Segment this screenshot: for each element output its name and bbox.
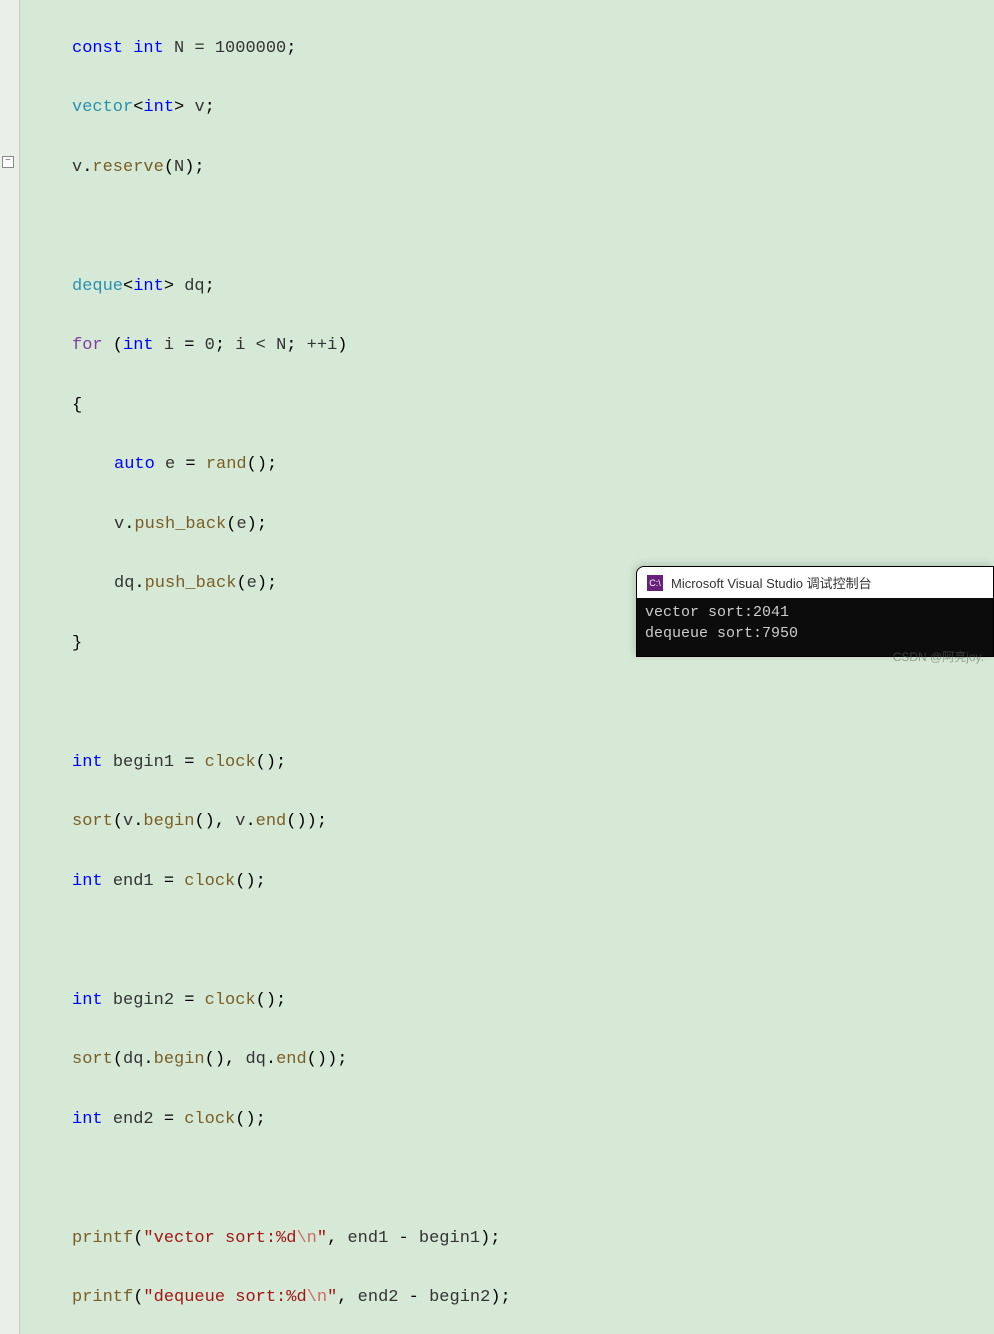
code-line: v.push_back(e); (30, 510, 994, 540)
code-line (30, 1164, 994, 1194)
console-titlebar[interactable]: C:\ Microsoft Visual Studio 调试控制台 (637, 567, 993, 598)
code-line (30, 926, 994, 956)
console-icon: C:\ (647, 575, 663, 591)
fold-toggle-icon[interactable]: − (2, 156, 14, 168)
code-line: int begin2 = clock(); (30, 986, 994, 1016)
code-line: int begin1 = clock(); (30, 748, 994, 778)
code-line: vector<int> v; (30, 93, 994, 123)
code-content[interactable]: const int N = 1000000; vector<int> v; v.… (30, 4, 994, 1334)
code-line: sort(v.begin(), v.end()); (30, 807, 994, 837)
code-line (30, 212, 994, 242)
console-title: Microsoft Visual Studio 调试控制台 (671, 573, 872, 592)
code-line: deque<int> dq; (30, 272, 994, 302)
code-line: v.reserve(N); (30, 153, 994, 183)
code-line: int end2 = clock(); (30, 1105, 994, 1135)
code-editor[interactable]: − const int N = 1000000; vector<int> v; … (0, 0, 994, 1334)
code-line: for (int i = 0; i < N; ++i) (30, 331, 994, 361)
code-line: sort(dq.begin(), dq.end()); (30, 1045, 994, 1075)
code-line: printf("dequeue sort:%d\n", end2 - begin… (30, 1283, 994, 1313)
watermark: CSDN @阿亮joy. (893, 648, 984, 665)
console-line: vector sort:2041 (645, 602, 985, 623)
code-line: const int N = 1000000; (30, 34, 994, 64)
code-line: printf("vector sort:%d\n", end1 - begin1… (30, 1224, 994, 1254)
gutter: − (0, 0, 20, 1334)
code-line: int end1 = clock(); (30, 867, 994, 897)
debug-console-window[interactable]: C:\ Microsoft Visual Studio 调试控制台 vector… (636, 566, 994, 657)
console-line: dequeue sort:7950 (645, 623, 985, 644)
code-line: auto e = rand(); (30, 450, 994, 480)
code-line: { (30, 391, 994, 421)
code-line (30, 688, 994, 718)
